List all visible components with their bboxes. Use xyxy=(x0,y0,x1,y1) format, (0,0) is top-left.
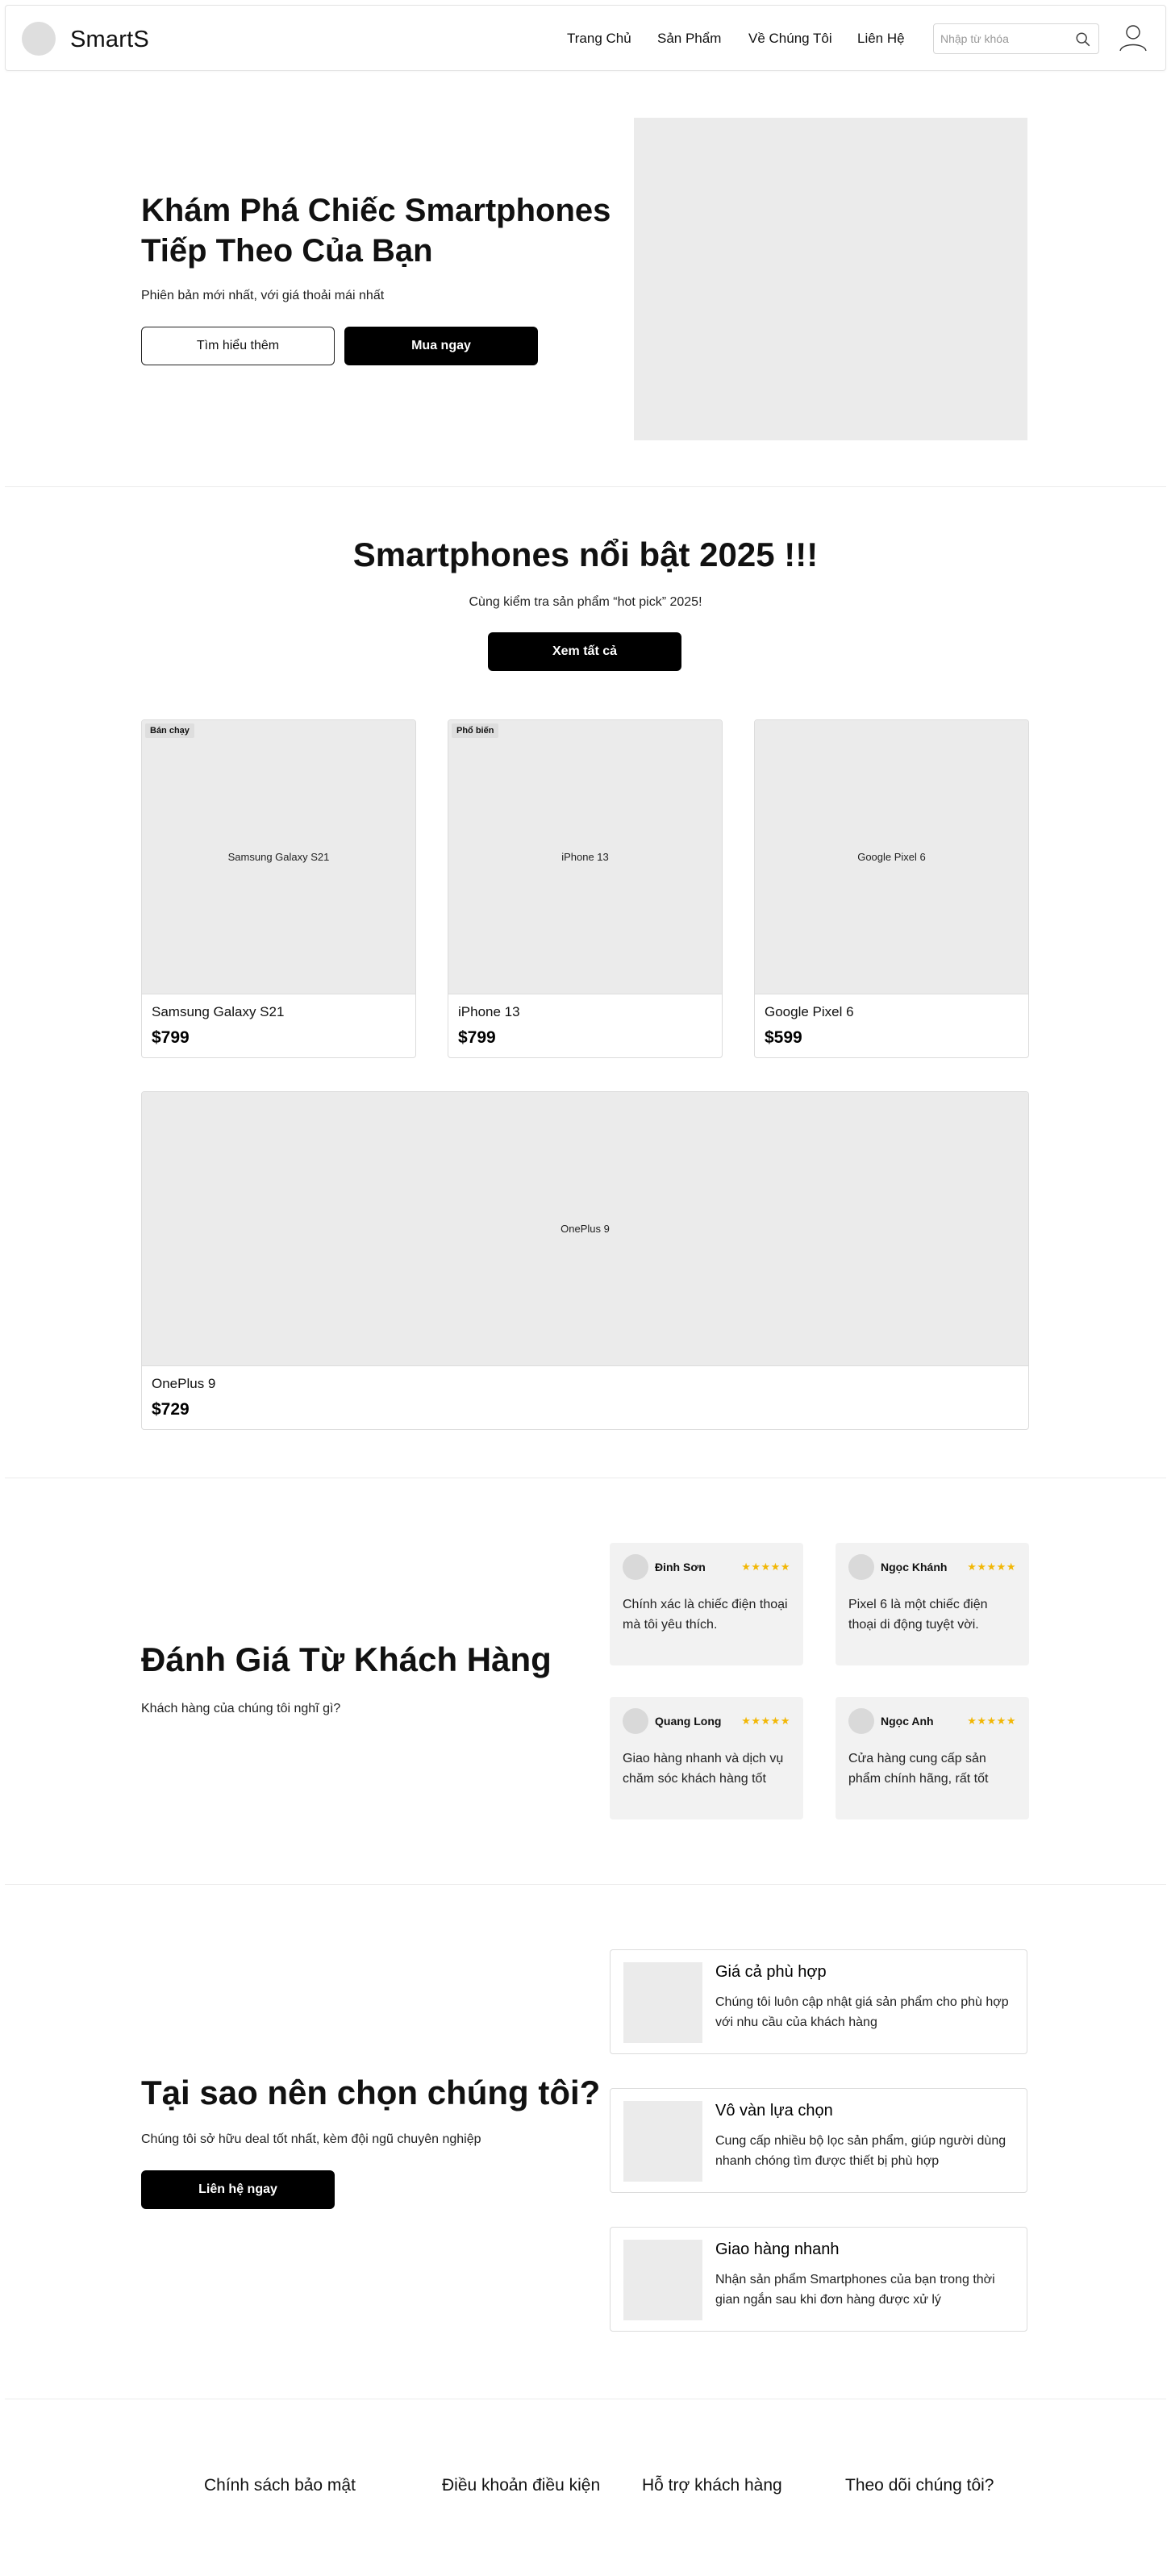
product-name[interactable]: iPhone 13 xyxy=(458,1004,520,1020)
review-text: Chính xác là chiếc điện thoại mà tôi yêu… xyxy=(623,1598,788,1632)
product-card[interactable]: Google Pixel 6 Google Pixel 6 $599 xyxy=(754,719,1029,1058)
footer-follow-link[interactable]: Theo dõi chúng tôi? xyxy=(845,2476,994,2495)
product-name[interactable]: Samsung Galaxy S21 xyxy=(152,1004,284,1020)
buy-now-button[interactable]: Mua ngay xyxy=(344,327,538,365)
product-image[interactable]: Samsung Galaxy S21 xyxy=(142,720,415,994)
product-image-label: iPhone 13 xyxy=(561,851,609,863)
product-image-label: Samsung Galaxy S21 xyxy=(227,851,330,863)
hero-image xyxy=(634,118,1027,440)
review-text: Giao hàng nhanh và dịch vụ chăm sóc khác… xyxy=(623,1752,784,1786)
hero-title: Khám Phá Chiếc Smartphones Tiếp Theo Của… xyxy=(141,193,611,269)
reviewer-name: Đinh Sơn xyxy=(655,1561,706,1574)
star-rating-icon: ★★★★★ xyxy=(967,1715,1016,1727)
search-box xyxy=(933,23,1099,54)
footer-privacy-link[interactable]: Chính sách bảo mật xyxy=(204,2476,356,2495)
section-divider xyxy=(5,486,1166,487)
feature-title: Giá cả phù hợp xyxy=(715,1963,827,1981)
search-icon[interactable] xyxy=(1074,31,1092,48)
feature-image xyxy=(623,2101,702,2182)
review-text: Pixel 6 là một chiếc điện thoại di động … xyxy=(848,1598,988,1632)
review-card: Đinh Sơn ★★★★★ Chính xác là chiếc điện t… xyxy=(610,1543,803,1665)
search-input[interactable] xyxy=(940,31,1069,47)
product-card[interactable]: Samsung Galaxy S21 Bán chạy Samsung Gala… xyxy=(141,719,416,1058)
feature-card: Giao hàng nhanh Nhận sản phẩm Smartphone… xyxy=(610,2227,1027,2332)
hero-subtitle: Phiên bản mới nhất, với giá thoải mái nh… xyxy=(141,289,385,302)
reviews-title: Đánh Giá Từ Khách Hàng xyxy=(141,1640,552,1678)
review-card: Quang Long ★★★★★ Giao hàng nhanh và dịch… xyxy=(610,1697,803,1819)
logo-icon[interactable] xyxy=(22,22,56,56)
product-price: $799 xyxy=(458,1028,496,1047)
feature-title: Vô vàn lựa chọn xyxy=(715,2102,833,2120)
review-text: Cửa hàng cung cấp sản phẩm chính hãng, r… xyxy=(848,1752,989,1786)
view-all-button[interactable]: Xem tất cả xyxy=(488,632,681,671)
product-name[interactable]: Google Pixel 6 xyxy=(765,1004,854,1020)
product-price: $599 xyxy=(765,1028,802,1047)
contact-now-button[interactable]: Liên hệ ngay xyxy=(141,2170,335,2209)
featured-title: Smartphones nổi bật 2025 !!! xyxy=(352,536,819,573)
reviewer-name: Ngọc Khánh xyxy=(881,1561,948,1574)
feature-title: Giao hàng nhanh xyxy=(715,2240,840,2258)
star-rating-icon: ★★★★★ xyxy=(741,1715,790,1727)
site-header: SmartS Trang Chủ Sản Phẩm Về Chúng Tôi L… xyxy=(5,5,1166,71)
nav-home[interactable]: Trang Chủ xyxy=(567,31,631,47)
footer-terms-link[interactable]: Điều khoản điều kiện xyxy=(442,2476,600,2495)
nav-products[interactable]: Sản Phẩm xyxy=(657,31,721,47)
user-icon[interactable] xyxy=(1117,22,1149,54)
reviews-subtitle: Khách hàng của chúng tôi nghĩ gì? xyxy=(141,1702,341,1715)
feature-image xyxy=(623,1962,702,2043)
avatar xyxy=(848,1554,874,1580)
product-card[interactable]: iPhone 13 Phổ biến iPhone 13 $799 xyxy=(448,719,723,1058)
why-us-title: Tại sao nên chọn chúng tôi? xyxy=(141,2074,601,2111)
feature-image xyxy=(623,2240,702,2320)
badge-bestseller: Bán chạy xyxy=(145,723,194,738)
feature-card: Giá cả phù hợp Chúng tôi luôn cập nhật g… xyxy=(610,1949,1027,2054)
reviewer-name: Ngọc Anh xyxy=(881,1715,934,1728)
review-card: Ngọc Anh ★★★★★ Cửa hàng cung cấp sản phẩ… xyxy=(836,1697,1029,1819)
nav-about[interactable]: Về Chúng Tôi xyxy=(748,31,832,47)
review-card: Ngọc Khánh ★★★★★ Pixel 6 là một chiếc đi… xyxy=(836,1543,1029,1665)
why-us-subtitle: Chúng tôi sở hữu deal tốt nhất, kèm đội … xyxy=(141,2132,481,2146)
product-image[interactable]: Google Pixel 6 xyxy=(755,720,1028,994)
feature-description: Chúng tôi luôn cập nhật giá sản phẩm cho… xyxy=(715,1995,1009,2029)
product-price: $729 xyxy=(152,1400,190,1419)
product-image-label: OnePlus 9 xyxy=(560,1223,610,1235)
badge-popular: Phổ biến xyxy=(452,723,499,738)
avatar xyxy=(623,1708,648,1734)
learn-more-button[interactable]: Tìm hiểu thêm xyxy=(141,327,335,365)
nav-contact[interactable]: Liên Hệ xyxy=(857,31,905,47)
section-divider xyxy=(5,1884,1166,1885)
product-name[interactable]: OnePlus 9 xyxy=(152,1376,215,1392)
feature-description: Nhận sản phẩm Smartphones của bạn trong … xyxy=(715,2273,995,2307)
footer-support-link[interactable]: Hỗ trợ khách hàng xyxy=(642,2476,782,2495)
avatar xyxy=(848,1708,874,1734)
product-card[interactable]: OnePlus 9 OnePlus 9 $729 xyxy=(141,1091,1029,1430)
feature-description: Cung cấp nhiều bộ lọc sản phẩm, giúp ngư… xyxy=(715,2134,1006,2168)
brand-name[interactable]: SmartS xyxy=(70,27,149,53)
product-price: $799 xyxy=(152,1028,190,1047)
star-rating-icon: ★★★★★ xyxy=(741,1561,790,1573)
feature-card: Vô vàn lựa chọn Cung cấp nhiều bộ lọc sả… xyxy=(610,2088,1027,2193)
product-image-label: Google Pixel 6 xyxy=(857,851,926,863)
avatar xyxy=(623,1554,648,1580)
product-image[interactable]: iPhone 13 xyxy=(448,720,722,994)
star-rating-icon: ★★★★★ xyxy=(967,1561,1016,1573)
reviewer-name: Quang Long xyxy=(655,1715,722,1728)
product-image[interactable]: OnePlus 9 xyxy=(142,1092,1028,1366)
featured-subtitle: Cùng kiểm tra sản phẩm “hot pick” 2025! xyxy=(469,595,702,609)
